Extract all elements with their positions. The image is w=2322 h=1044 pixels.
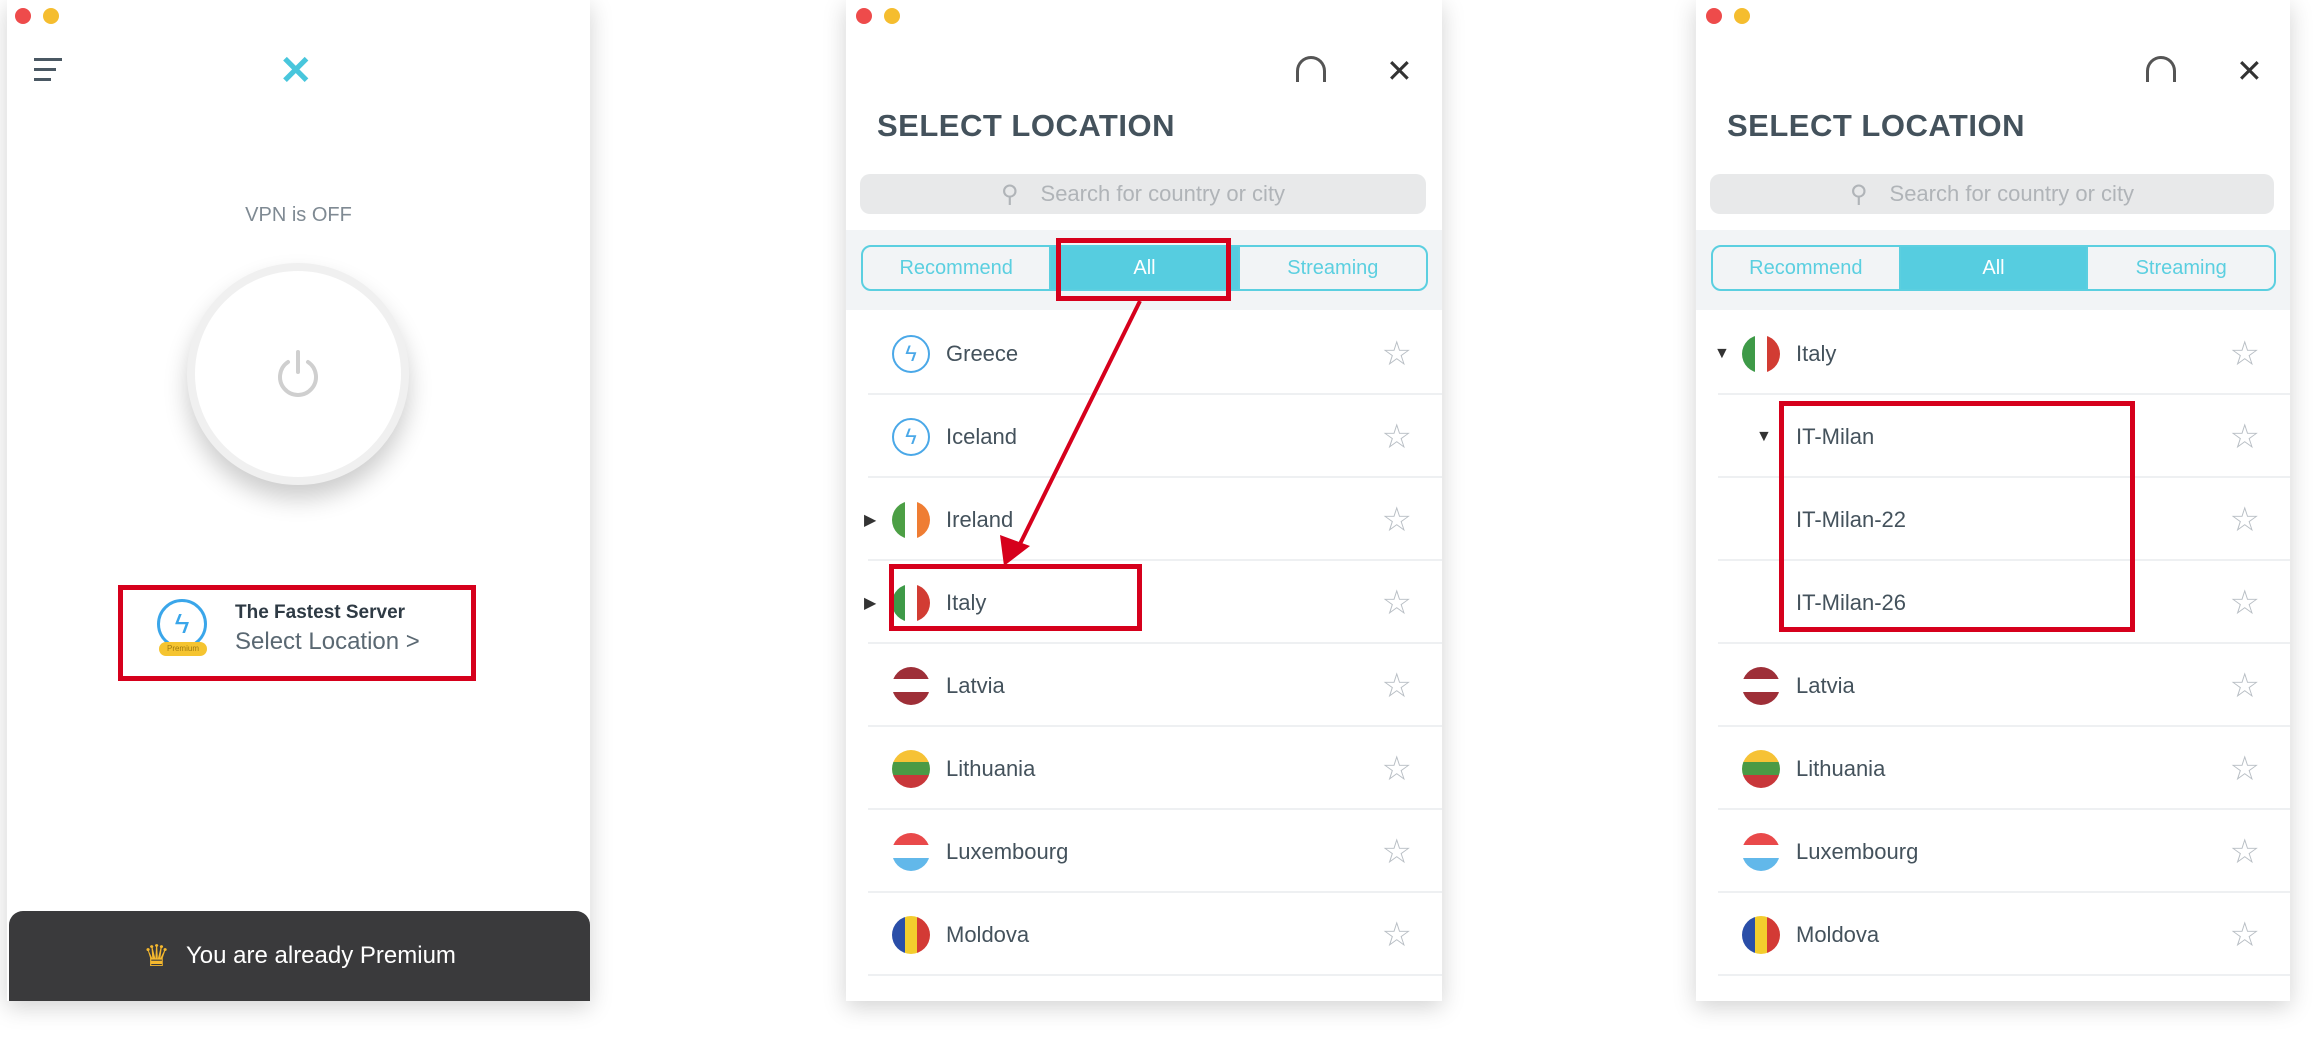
pointer-arrow [1000,300,1142,566]
